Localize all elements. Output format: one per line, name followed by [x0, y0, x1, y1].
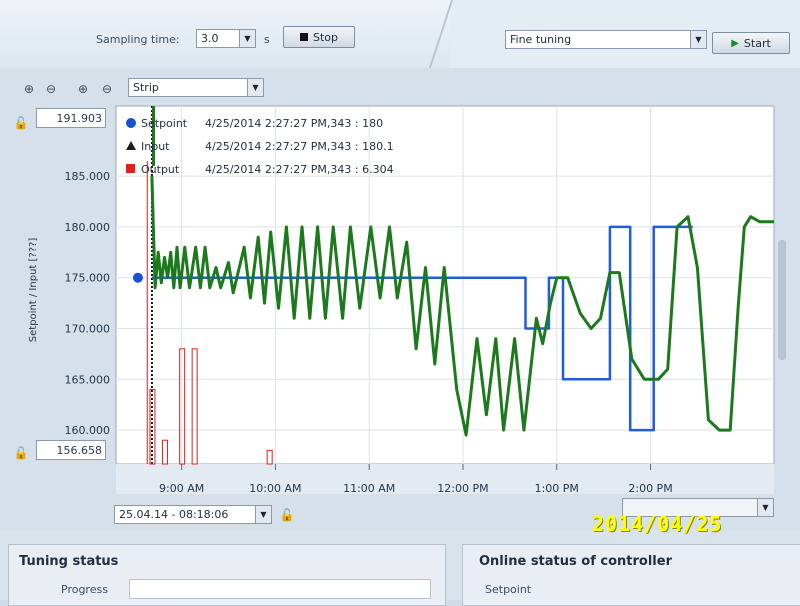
setpoint-label: Setpoint: [485, 583, 532, 596]
sampling-time-label: Sampling time:: [96, 33, 180, 46]
y-tick-label: 180.000: [65, 221, 111, 234]
legend-output-name: Output: [141, 163, 180, 176]
stop-button[interactable]: Stop: [283, 26, 355, 48]
date-stamp: 2014/04/25: [592, 512, 723, 536]
start-button-label: Start: [743, 36, 771, 50]
sampling-time-dropdown[interactable]: 3.0 ▼: [196, 29, 256, 48]
progress-label: Progress: [61, 583, 108, 596]
start-button[interactable]: ▶ Start: [712, 32, 790, 54]
sampling-unit-label: s: [264, 33, 270, 46]
x-tick-label: 11:00 AM: [343, 482, 395, 495]
setpoint-start-marker: [132, 272, 143, 283]
tuning-status-panel: Tuning status Progress: [8, 544, 446, 606]
trend-chart[interactable]: Setpoint / Input [???] 185.000 180.000 175…: [0, 68, 800, 498]
stop-button-label: Stop: [312, 30, 338, 44]
lock-icon[interactable]: 🔓: [276, 506, 298, 524]
stop-icon: [299, 33, 308, 41]
progress-bar: [129, 579, 431, 599]
chevron-down-icon[interactable]: ▼: [690, 31, 706, 48]
x-tick-label: 10:00 AM: [249, 482, 301, 495]
legend-setpoint-name: Setpoint: [141, 117, 188, 130]
y-tick-label: 185.000: [65, 170, 111, 183]
tuning-mode-dropdown[interactable]: Fine tuning ▼: [505, 30, 707, 49]
tuning-mode-value: Fine tuning: [510, 33, 572, 46]
x-tick-label: 1:00 PM: [535, 482, 579, 495]
legend-setpoint-marker: [126, 118, 136, 128]
legend-output-marker: [126, 164, 135, 173]
chevron-down-icon[interactable]: ▼: [239, 30, 255, 47]
time-start-value: 25.04.14 - 08:18:06: [119, 508, 229, 521]
legend-input-name: Input: [141, 140, 170, 153]
tuning-status-title: Tuning status: [19, 554, 119, 569]
chevron-down-icon[interactable]: ▼: [255, 506, 271, 523]
legend-input-value: 4/25/2014 2:27:27 PM,343 : 180.1: [205, 140, 394, 153]
legend-setpoint-value: 4/25/2014 2:27:27 PM,343 : 180: [205, 117, 383, 130]
chevron-down-icon[interactable]: ▼: [757, 499, 773, 516]
legend-output-value: 4/25/2014 2:27:27 PM,343 : 6.304: [205, 163, 394, 176]
online-status-panel: Online status of controller Setpoint: [462, 544, 800, 606]
scrollbar-thumb[interactable]: [778, 240, 786, 360]
y-tick-label: 175.000: [65, 272, 111, 285]
time-start-field[interactable]: 25.04.14 - 08:18:06 ▼: [114, 505, 272, 524]
y-tick-label: 170.000: [65, 322, 111, 335]
x-tick-label: 2:00 PM: [628, 482, 672, 495]
x-tick-label: 12:00 PM: [437, 482, 488, 495]
y-tick-label: 165.000: [65, 373, 111, 386]
y-tick-label: 160.000: [65, 424, 111, 437]
sampling-time-value: 3.0: [201, 32, 219, 45]
x-tick-label: 9:00 AM: [159, 482, 204, 495]
play-icon: ▶: [731, 37, 739, 49]
y-axis-label: Setpoint / Input [???]: [28, 238, 39, 343]
online-status-title: Online status of controller: [479, 554, 672, 569]
